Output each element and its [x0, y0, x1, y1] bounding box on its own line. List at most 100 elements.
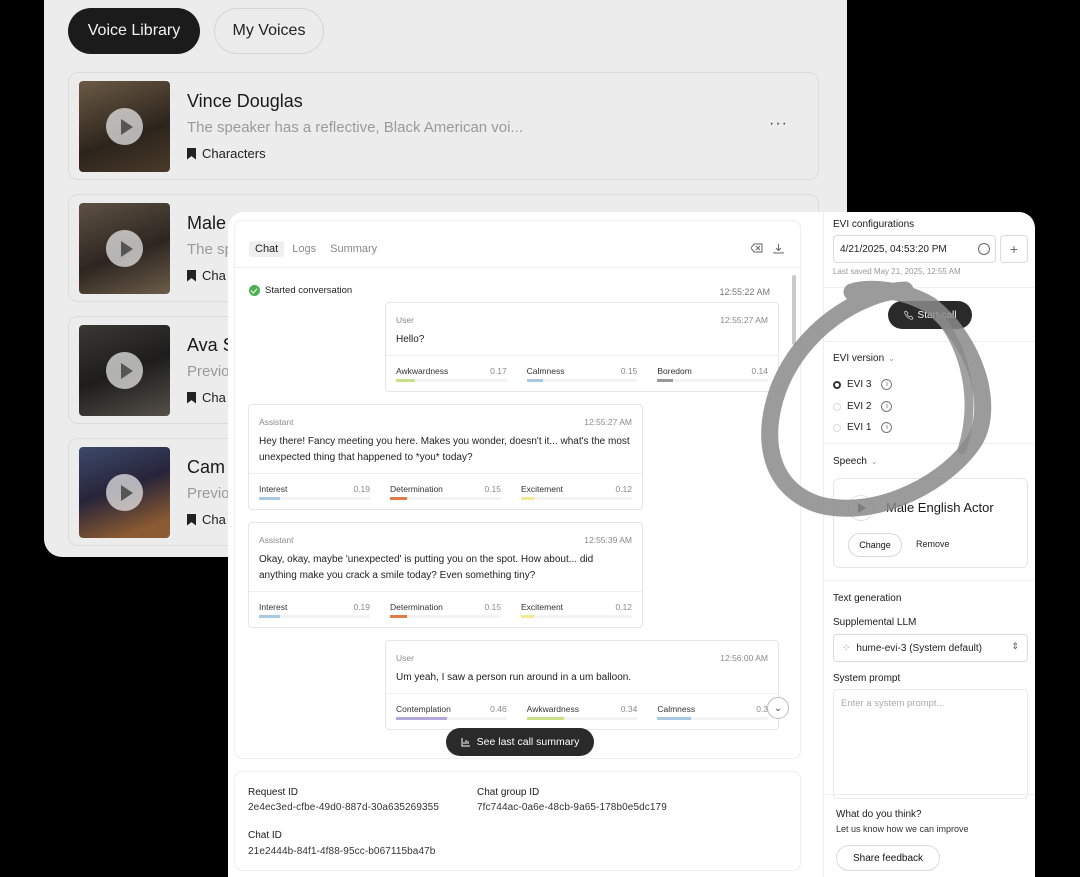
bookmark-icon: [187, 391, 196, 404]
text-generation-heading: Text generation: [833, 593, 902, 604]
settings-icon[interactable]: [978, 243, 990, 255]
bookmark-icon: [187, 147, 196, 160]
download-icon[interactable]: [773, 243, 784, 254]
system-prompt-input[interactable]: Enter a system prompt...: [833, 689, 1028, 799]
user-message: User 12:55:27 AM Hello? Awkwardness 0.17 …: [385, 302, 779, 392]
message-time: 12:55:39 AM: [584, 535, 632, 545]
emotion-score: Calmness 0.15: [517, 356, 648, 391]
change-voice-button[interactable]: Change: [848, 533, 902, 557]
loading-icon: ⁘: [842, 643, 851, 654]
chat-panel: Chat Logs Summary Started conversation 1…: [234, 220, 801, 759]
info-icon: i: [881, 422, 893, 433]
clear-icon[interactable]: [751, 243, 763, 253]
voice-thumbnail: [79, 203, 170, 294]
feedback-subtitle: Let us know how we can improve: [836, 824, 969, 834]
user-message: User 12:56:00 AM Um yeah, I saw a person…: [385, 640, 779, 730]
request-id-label: Request ID: [248, 787, 299, 798]
divider: [824, 287, 1035, 288]
check-icon: [249, 285, 260, 296]
chat-ids-panel: Request ID 2e4ec3ed-cfbe-49d0-887d-30a63…: [234, 771, 801, 871]
play-icon[interactable]: [106, 108, 143, 145]
message-text: Hey there! Fancy meeting you here. Makes…: [259, 436, 630, 463]
assistant-message: Assistant 12:55:39 AM Okay, okay, maybe …: [248, 522, 643, 628]
last-saved-text: Last saved May 21, 2025, 12:55 AM: [833, 267, 961, 276]
voice-card: Male English Actor Change Remove: [833, 478, 1028, 568]
message-text: Hello?: [396, 334, 425, 345]
play-icon[interactable]: [106, 474, 143, 511]
conversation-started: Started conversation: [249, 285, 352, 296]
emotion-score: Calmness 0.3: [647, 694, 778, 729]
emotion-scores: Interest 0.19 Determination 0.15 Excitemen…: [249, 591, 642, 627]
evi-playground: Chat Logs Summary Started conversation 1…: [228, 212, 1035, 877]
emotion-scores: Interest 0.19 Determination 0.15 Excitemen…: [249, 473, 642, 509]
chat-tools: [751, 243, 784, 254]
chevron-down-icon: ⌄: [870, 457, 878, 466]
llm-select[interactable]: ⁘ hume-evi-3 (System default) ⇕: [833, 634, 1028, 662]
voice-thumbnail: [79, 81, 170, 172]
chat-group-id-value: 7fc744ac-0a6e-48cb-9a65-178b0e5dc179: [477, 802, 667, 813]
divider: [824, 794, 1035, 795]
emotion-scores: Contemplation 0.46 Awkwardness 0.34 Calmne…: [386, 693, 778, 729]
voice-tag: Cha: [187, 268, 226, 283]
divider: [824, 580, 1035, 581]
system-prompt-label: System prompt: [833, 673, 901, 684]
config-select[interactable]: 4/21/2025, 04:53:20 PM: [833, 235, 996, 263]
message-time: 12:55:27 AM: [720, 315, 768, 325]
evi-version-option[interactable]: EVI 3i: [833, 379, 893, 390]
tab-chat[interactable]: Chat: [249, 241, 285, 257]
divider: [235, 267, 800, 268]
more-options-icon[interactable]: ···: [769, 115, 788, 133]
voice-tag: Characters: [187, 146, 266, 161]
voice-description: The sp: [187, 241, 233, 258]
evi-version-heading[interactable]: EVI version ⌄: [833, 353, 895, 364]
evi-version-option[interactable]: EVI 2i: [833, 401, 893, 412]
emotion-scores: Awkwardness 0.17 Calmness 0.15 Boredom 0.14: [386, 355, 778, 391]
play-icon[interactable]: [106, 230, 143, 267]
tab-summary[interactable]: Summary: [324, 241, 383, 257]
see-summary-button[interactable]: See last call summary: [446, 728, 594, 756]
play-icon[interactable]: [106, 352, 143, 389]
emotion-score: Awkwardness 0.17: [386, 356, 517, 391]
voice-thumbnail: [79, 447, 170, 538]
emotion-score: Determination 0.15: [380, 474, 511, 509]
message-time: 12:55:27 AM: [584, 417, 632, 427]
scroll-down-icon[interactable]: ⌄: [767, 697, 789, 719]
tab-voice-library[interactable]: Voice Library: [68, 8, 200, 54]
message-role: Assistant: [259, 535, 294, 545]
chevron-down-icon: ⌄: [888, 354, 895, 363]
message-role: User: [396, 653, 414, 663]
speech-heading[interactable]: Speech ⌄: [833, 456, 878, 467]
message-text: Um yeah, I saw a person run around in a …: [396, 672, 632, 683]
play-icon[interactable]: [848, 495, 874, 521]
supplemental-llm-label: Supplemental LLM: [833, 617, 917, 628]
add-config-button[interactable]: +: [1000, 235, 1028, 263]
remove-voice-button[interactable]: Remove: [916, 539, 950, 549]
bookmark-icon: [187, 269, 196, 282]
radio-icon: [833, 402, 841, 411]
info-icon: i: [881, 379, 893, 390]
request-id-value: 2e4ec3ed-cfbe-49d0-887d-30a635269355: [248, 802, 439, 813]
scrollbar[interactable]: [792, 275, 796, 345]
voice-name: Male: [187, 213, 227, 233]
message-text: Okay, okay, maybe 'unexpected' is puttin…: [259, 554, 594, 581]
emotion-score: Contemplation 0.46: [386, 694, 517, 729]
start-call-button[interactable]: Start call: [888, 301, 972, 329]
share-feedback-button[interactable]: Share feedback: [836, 845, 940, 871]
divider: [824, 341, 1035, 342]
emotion-score: Boredom 0.14: [647, 356, 778, 391]
feedback-title: What do you think?: [836, 809, 922, 820]
info-icon: i: [881, 401, 893, 412]
emotion-score: Interest 0.19: [249, 474, 380, 509]
voice-card[interactable]: Vince Douglas The speaker has a reflecti…: [68, 72, 819, 180]
emotion-score: Interest 0.19: [249, 592, 380, 627]
chat-tabs: Chat Logs Summary: [249, 241, 383, 257]
timestamp: 12:55:22 AM: [719, 287, 770, 297]
chat-id-label: Chat ID: [248, 830, 282, 841]
voice-name: Vince Douglas: [187, 91, 303, 111]
emotion-score: Excitement 0.12: [511, 474, 642, 509]
tab-logs[interactable]: Logs: [286, 241, 322, 257]
tab-my-voices[interactable]: My Voices: [214, 8, 324, 54]
message-role: User: [396, 315, 414, 325]
evi-version-option[interactable]: EVI 1i: [833, 422, 893, 433]
divider: [824, 443, 1035, 444]
